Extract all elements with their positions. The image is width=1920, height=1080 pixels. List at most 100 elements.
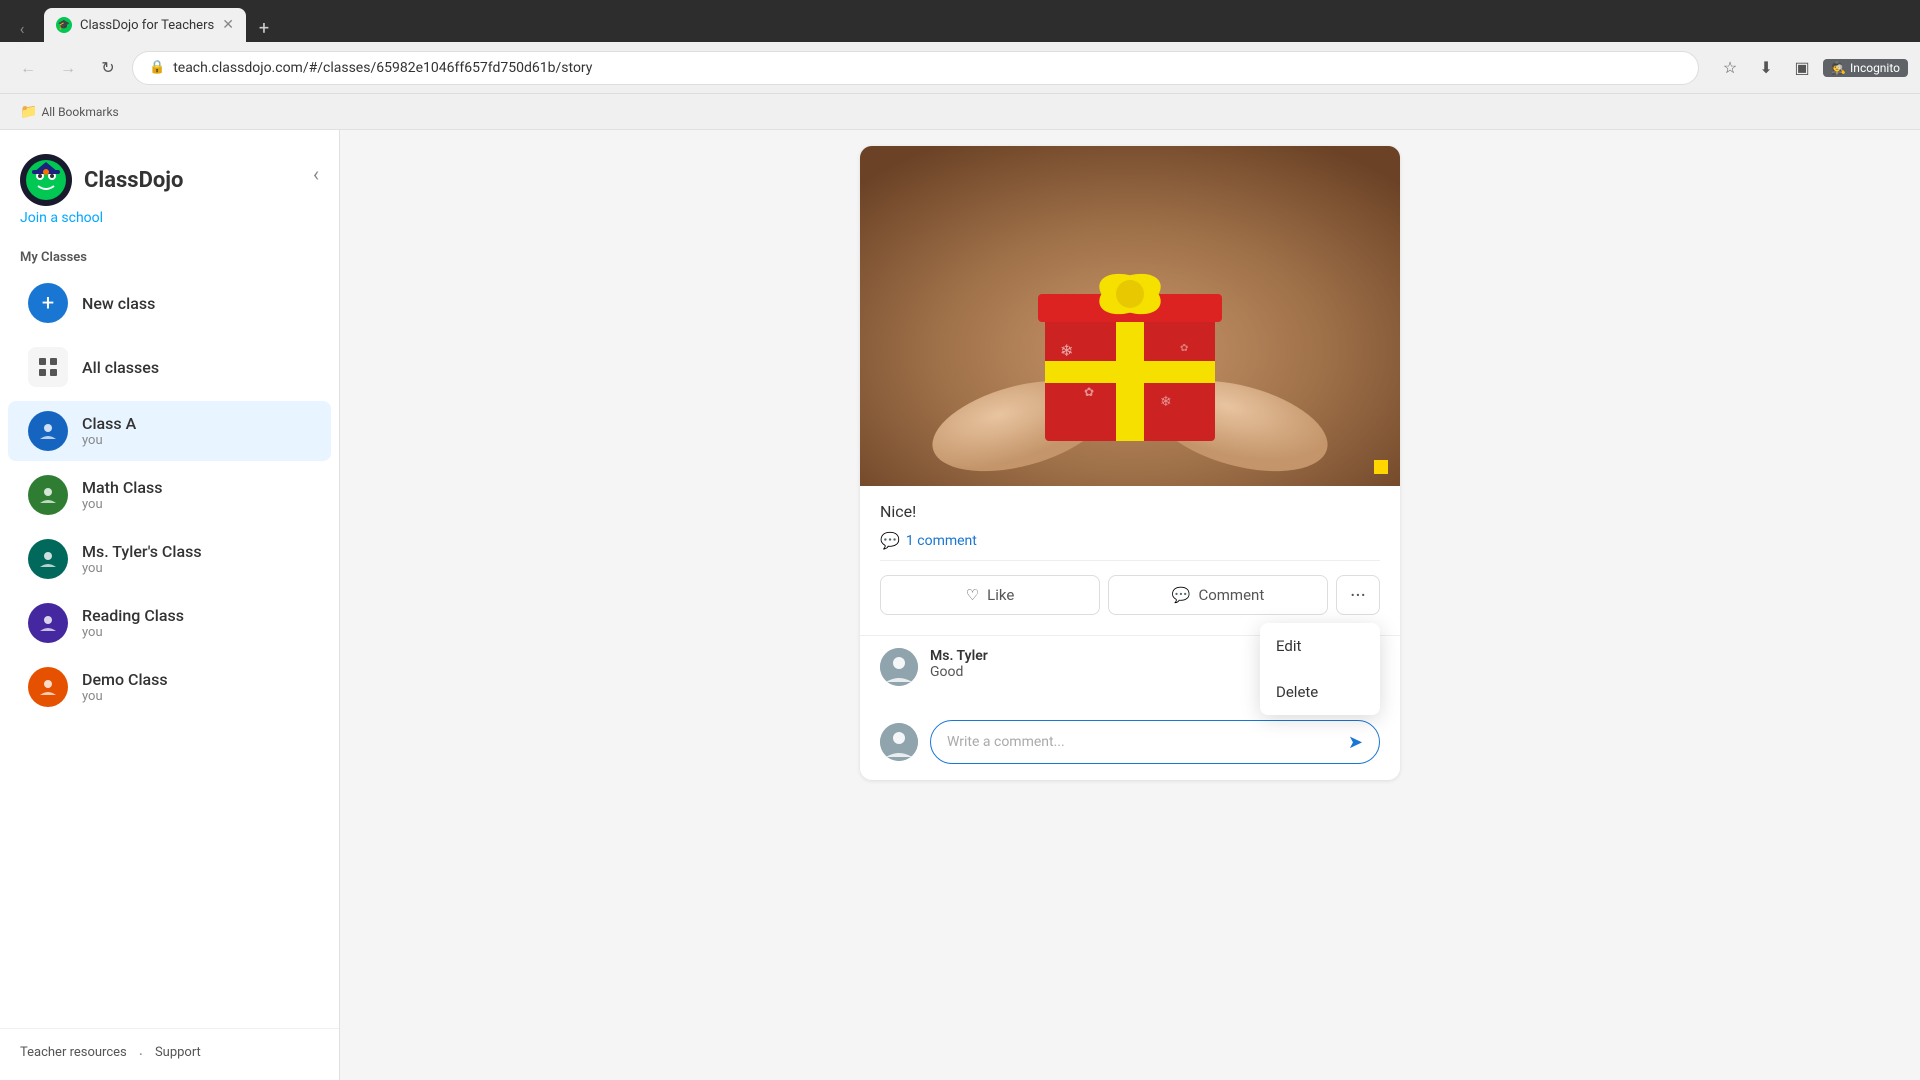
dojo-monster-svg [24,158,68,202]
all-classes-label: All classes [82,358,159,377]
sidebar-header: ClassDojo Join a school ‹ [0,130,339,242]
comment-bubble-icon: 💬 [880,531,900,550]
post-image: ❄ ✿ ❄ ✿ [860,146,1400,486]
main-content: ❄ ✿ ❄ ✿ Nice! 💬 1 comment [340,130,1920,1080]
tab-list: 🎓 ClassDojo for Teachers ✕ [44,8,246,42]
demo-class-name: Demo Class [82,670,168,689]
svg-text:❄: ❄ [1060,341,1073,360]
new-class-item[interactable]: + New class [8,273,331,333]
delete-menu-item[interactable]: Delete [1260,669,1380,715]
all-classes-icon [28,347,68,387]
browser-toolbar: ← → ↻ 🔒 teach.classdojo.com/#/classes/65… [0,42,1920,94]
all-classes-item[interactable]: All classes [8,337,331,397]
sidebar-item-math-class[interactable]: Math Class you [8,465,331,525]
bookmarks-label: All Bookmarks [41,105,118,119]
new-class-text: New class [82,294,155,313]
new-class-label: New class [82,294,155,313]
support-link[interactable]: Support [155,1045,201,1064]
tab-close-button[interactable]: ✕ [222,17,234,33]
toolbar-right: ☆ ⬇ ▣ 🕵 Incognito [1715,53,1908,83]
comment-count-text: 1 comment [906,533,977,549]
class-a-text: Class A you [82,414,136,448]
tab-list-back[interactable]: ‹ [8,14,36,42]
demo-class-sub: you [82,689,168,704]
sidebar-item-reading-class[interactable]: Reading Class you [8,593,331,653]
sidebar: ClassDojo Join a school ‹ My Classes + N… [0,130,340,1080]
comment-label: Comment [1198,586,1264,604]
teacher-resources-link[interactable]: Teacher resources [20,1045,127,1064]
post-card: ❄ ✿ ❄ ✿ Nice! 💬 1 comment [860,146,1400,780]
current-user-avatar-svg [880,723,918,761]
divider [880,560,1380,561]
grid-icon [37,356,59,378]
ms-tyler-avatar-icon [36,547,60,571]
refresh-button[interactable]: ↻ [92,52,124,84]
collapse-sidebar-button[interactable]: ‹ [313,162,319,186]
like-button[interactable]: ♡ Like [880,575,1100,615]
lock-icon: 🔒 [149,60,165,75]
logo-area: ClassDojo Join a school [20,154,183,226]
tab-label: ClassDojo for Teachers [80,18,214,33]
commenter-avatar [880,648,918,686]
reading-class-avatar [28,603,68,643]
footer-dot: · [139,1045,143,1064]
incognito-badge: 🕵 Incognito [1823,59,1908,77]
all-bookmarks-item[interactable]: 📁 All Bookmarks [12,100,127,124]
comment-button[interactable]: 💬 Comment [1108,575,1328,615]
sidebar-footer: Teacher resources · Support [0,1028,339,1080]
more-options-button[interactable]: ··· [1336,575,1380,615]
logo-row: ClassDojo [20,154,183,206]
bookmarks-bar: 📁 All Bookmarks [0,94,1920,130]
incognito-label: Incognito [1850,61,1900,75]
reading-class-name: Reading Class [82,606,184,625]
demo-class-avatar-icon [36,675,60,699]
context-menu: Edit Delete [1260,623,1380,715]
svg-text:❄: ❄ [1160,394,1172,410]
dots-icon: ··· [1350,583,1366,607]
sidebar-item-ms-tyler[interactable]: Ms. Tyler's Class you [8,529,331,589]
like-label: Like [987,586,1014,604]
my-classes-label: My Classes [0,242,339,271]
gift-image-svg: ❄ ✿ ❄ ✿ [860,146,1400,486]
current-user-avatar [880,723,918,761]
svg-text:✿: ✿ [1084,385,1094,399]
join-school-link[interactable]: Join a school [20,210,183,226]
comment-icon-btn: 💬 [1172,586,1191,604]
comment-input-row: Write a comment... ➤ [860,712,1400,780]
incognito-icon: 🕵 [1831,61,1846,75]
new-class-icon: + [28,283,68,323]
more-action-container: ··· Edit Delete [1336,575,1380,615]
svg-text:✿: ✿ [1180,343,1188,354]
edit-menu-item[interactable]: Edit [1260,623,1380,669]
comment-count[interactable]: 💬 1 comment [880,531,1380,550]
address-bar[interactable]: 🔒 teach.classdojo.com/#/classes/65982e10… [132,51,1699,85]
demo-class-text: Demo Class you [82,670,168,704]
comment-input[interactable]: Write a comment... ➤ [930,720,1380,764]
all-classes-text: All classes [82,358,159,377]
browser-chrome: ‹ 🎓 ClassDojo for Teachers ✕ + ← → ↻ 🔒 t… [0,0,1920,130]
post-body: Nice! 💬 1 comment ♡ Like 💬 Comment [860,486,1400,635]
math-class-sub: you [82,497,162,512]
sidebar-item-class-a[interactable]: Class A you [8,401,331,461]
ms-tyler-text: Ms. Tyler's Class you [82,542,202,576]
class-a-avatar-icon [36,419,60,443]
back-button[interactable]: ← [12,52,44,84]
new-tab-button[interactable]: + [250,14,278,42]
download-icon[interactable]: ⬇ [1751,53,1781,83]
app-name: ClassDojo [84,168,183,193]
send-icon[interactable]: ➤ [1348,732,1363,753]
commenter-avatar-svg [880,648,918,686]
ms-tyler-name: Ms. Tyler's Class [82,542,202,561]
tab-favicon: 🎓 [56,17,72,33]
active-tab[interactable]: 🎓 ClassDojo for Teachers ✕ [44,8,246,42]
extensions-icon[interactable]: ▣ [1787,53,1817,83]
forward-button[interactable]: → [52,52,84,84]
math-class-text: Math Class you [82,478,162,512]
action-bar: ♡ Like 💬 Comment ··· Edit [880,571,1380,619]
sidebar-item-demo-class[interactable]: Demo Class you [8,657,331,717]
heart-icon: ♡ [966,586,979,604]
post-caption: Nice! [880,502,1380,521]
bookmark-star-icon[interactable]: ☆ [1715,53,1745,83]
demo-class-avatar [28,667,68,707]
reading-class-sub: you [82,625,184,640]
